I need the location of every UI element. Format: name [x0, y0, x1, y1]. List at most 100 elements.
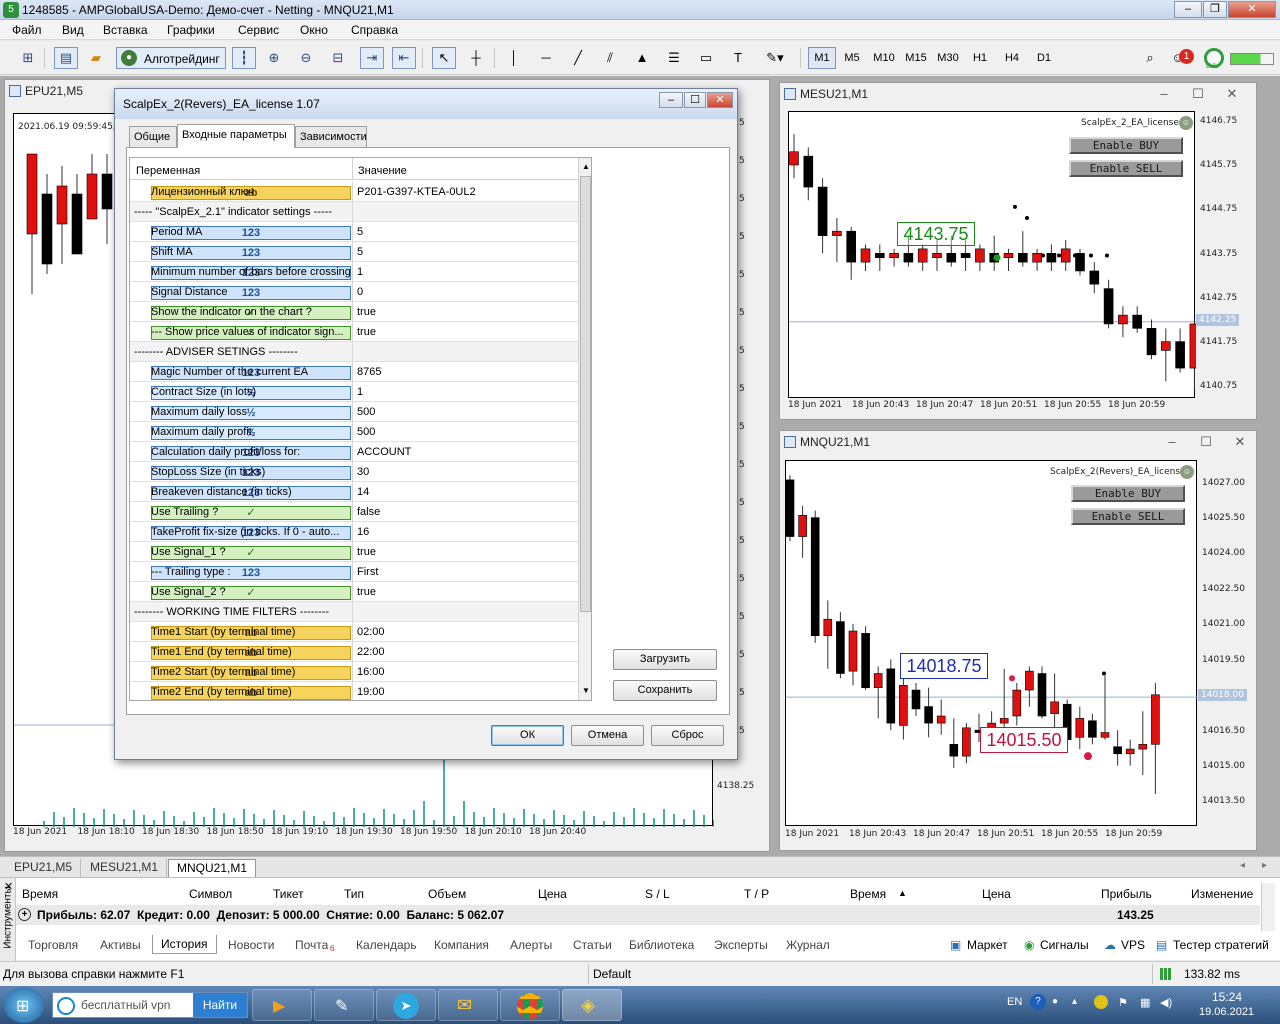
- col-tp[interactable]: T / P: [744, 887, 769, 901]
- input-row[interactable]: ab Time2 Start (by terminal time) 16:00: [130, 662, 578, 682]
- menu-charts[interactable]: Графики: [167, 23, 215, 37]
- enable-buy-button[interactable]: Enable BUY: [1071, 485, 1185, 502]
- menu-file[interactable]: Файл: [12, 23, 42, 37]
- search-icon[interactable]: ⌕: [1138, 47, 1162, 69]
- tabs-right-icon[interactable]: ▸: [1262, 860, 1267, 871]
- window-close-icon[interactable]: ✕: [1224, 86, 1240, 102]
- algo-trading-button[interactable]: ● Алготрейдинг: [116, 47, 226, 69]
- toolbox-scrollbar[interactable]: [1261, 883, 1275, 931]
- param-value[interactable]: 16:00: [357, 666, 385, 678]
- trend-line-icon[interactable]: ╱: [566, 47, 590, 69]
- input-row[interactable]: ✓ Use Trailing ? false: [130, 502, 578, 522]
- tab-news[interactable]: Новости: [228, 938, 274, 952]
- menu-help[interactable]: Справка: [351, 23, 398, 37]
- param-value[interactable]: 16: [357, 526, 369, 538]
- scroll-down-icon[interactable]: ▼: [582, 686, 590, 695]
- param-value[interactable]: true: [357, 586, 376, 598]
- minimize-button[interactable]: –: [1174, 1, 1202, 18]
- navigator-folder-icon[interactable]: ▰: [84, 47, 108, 69]
- col-sl[interactable]: S / L: [645, 887, 670, 901]
- input-row[interactable]: ab Time2 End (by terminal time) 19:00: [130, 682, 578, 700]
- tab-company[interactable]: Компания: [434, 938, 489, 952]
- tab-inputs[interactable]: Входные параметры: [177, 124, 295, 148]
- chart-window-mesu[interactable]: MESU21,M1 – ☐ ✕ ScalpEx_2_EA_license ☺ E…: [779, 82, 1257, 420]
- param-value[interactable]: 22:00: [357, 646, 385, 658]
- tab-alerts[interactable]: Алерты: [510, 938, 552, 952]
- tab-articles[interactable]: Статьи: [573, 938, 612, 952]
- status-profile[interactable]: Default: [593, 967, 631, 981]
- input-row[interactable]: 123 Breakeven distance (in ticks) 14: [130, 482, 578, 502]
- load-button[interactable]: Загрузить: [613, 649, 717, 670]
- input-row[interactable]: ½ Maximum daily profit 500: [130, 422, 578, 442]
- scroll-thumb[interactable]: [580, 176, 591, 612]
- menu-view[interactable]: Вид: [62, 23, 84, 37]
- tab-journal[interactable]: Журнал: [786, 938, 830, 952]
- strategy-tester-link[interactable]: Тестер стратегий: [1173, 938, 1269, 952]
- param-value[interactable]: First: [357, 566, 378, 578]
- tf-m5[interactable]: M5: [838, 47, 866, 69]
- param-value[interactable]: 1: [357, 386, 363, 398]
- chart-shift-icon[interactable]: ⇤: [392, 47, 416, 69]
- scroll-up-icon[interactable]: ▲: [582, 162, 590, 171]
- param-value[interactable]: 8765: [357, 366, 381, 378]
- tab-mail[interactable]: Почта: [295, 938, 328, 952]
- window-maximize-icon[interactable]: ☐: [1190, 86, 1206, 102]
- tf-m30[interactable]: M30: [932, 47, 964, 69]
- menu-insert[interactable]: Вставка: [103, 23, 148, 37]
- zoom-in-icon[interactable]: ⊕: [262, 47, 286, 69]
- input-row[interactable]: ½ Contract Size (in lots) 1: [130, 382, 578, 402]
- input-row[interactable]: ½ Maximum daily loss 500: [130, 402, 578, 422]
- tab-history[interactable]: История: [152, 935, 217, 954]
- col-volume[interactable]: Объем: [428, 887, 466, 901]
- param-value[interactable]: 02:00: [357, 626, 385, 638]
- reset-button[interactable]: Сброс: [651, 725, 724, 746]
- clock-date[interactable]: 19.06.2021: [1199, 1006, 1254, 1018]
- param-value[interactable]: 500: [357, 406, 375, 418]
- input-row[interactable]: 123 Calculation daily profit/loss for: ACC…: [130, 442, 578, 462]
- window-tab-epu[interactable]: EPU21,M5: [6, 859, 82, 877]
- input-row[interactable]: 123 StopLoss Size (in ticks) 30: [130, 462, 578, 482]
- input-row[interactable]: 123 Shift MA 5: [130, 242, 578, 262]
- tf-m1[interactable]: M1: [808, 47, 836, 69]
- input-row[interactable]: 123 Signal Distance 0: [130, 282, 578, 302]
- taskbar-chrome[interactable]: [500, 989, 560, 1021]
- col-type[interactable]: Тип: [344, 887, 364, 901]
- vertical-line-icon[interactable]: │: [502, 47, 526, 69]
- col-close-price[interactable]: Цена: [982, 887, 1011, 901]
- enable-sell-button[interactable]: Enable SELL: [1069, 160, 1183, 177]
- taskbar-search[interactable]: бесплатный vpn Найти: [52, 992, 248, 1018]
- col-symbol[interactable]: Символ: [189, 887, 232, 901]
- objects-dropdown-icon[interactable]: ✎▾: [758, 47, 792, 69]
- window-minimize-icon[interactable]: –: [1156, 86, 1172, 101]
- flag-tray-icon[interactable]: ⚑: [1118, 996, 1128, 1009]
- rectangle-icon[interactable]: ▭: [694, 47, 718, 69]
- language-indicator[interactable]: EN: [1007, 996, 1022, 1008]
- dialog-minimize-button[interactable]: –: [659, 92, 683, 108]
- input-row[interactable]: ab Time1 End (by terminal time) 22:00: [130, 642, 578, 662]
- tab-experts[interactable]: Эксперты: [714, 938, 768, 952]
- param-value[interactable]: 19:00: [357, 686, 385, 698]
- fibonacci-icon[interactable]: ☰: [662, 47, 686, 69]
- input-row[interactable]: ab Time1 Start (by terminal time) 02:00: [130, 622, 578, 642]
- save-button[interactable]: Сохранить: [613, 680, 717, 701]
- search-go-button[interactable]: Найти: [193, 993, 247, 1017]
- tf-m10[interactable]: M10: [868, 47, 900, 69]
- ok-button[interactable]: ОК: [491, 725, 564, 746]
- input-row[interactable]: ab Лицензионный ключ P201-G397-KTEA-0UL2: [130, 182, 578, 202]
- close-button[interactable]: ✕: [1228, 1, 1276, 18]
- taskbar-telegram[interactable]: ➤: [376, 989, 436, 1021]
- param-value[interactable]: ACCOUNT: [357, 446, 411, 458]
- window-close-icon[interactable]: ✕: [1232, 434, 1248, 450]
- param-value[interactable]: true: [357, 546, 376, 558]
- param-value[interactable]: 30: [357, 466, 369, 478]
- menu-tools[interactable]: Сервис: [238, 23, 279, 37]
- input-row[interactable]: 123 Minimum number of bars before crossin…: [130, 262, 578, 282]
- col-change[interactable]: Изменение: [1191, 887, 1253, 901]
- param-value[interactable]: 14: [357, 486, 369, 498]
- market-watch-icon[interactable]: ▤: [54, 47, 78, 69]
- taskbar-metatrader[interactable]: ◈: [562, 989, 622, 1021]
- input-row[interactable]: -------- ADVISER SETINGS --------: [130, 342, 578, 362]
- grid-scrollbar[interactable]: ▲ ▼: [578, 158, 591, 700]
- input-row[interactable]: -------- WORKING TIME FILTERS --------: [130, 602, 578, 622]
- tab-dependencies[interactable]: Зависимости: [295, 126, 367, 147]
